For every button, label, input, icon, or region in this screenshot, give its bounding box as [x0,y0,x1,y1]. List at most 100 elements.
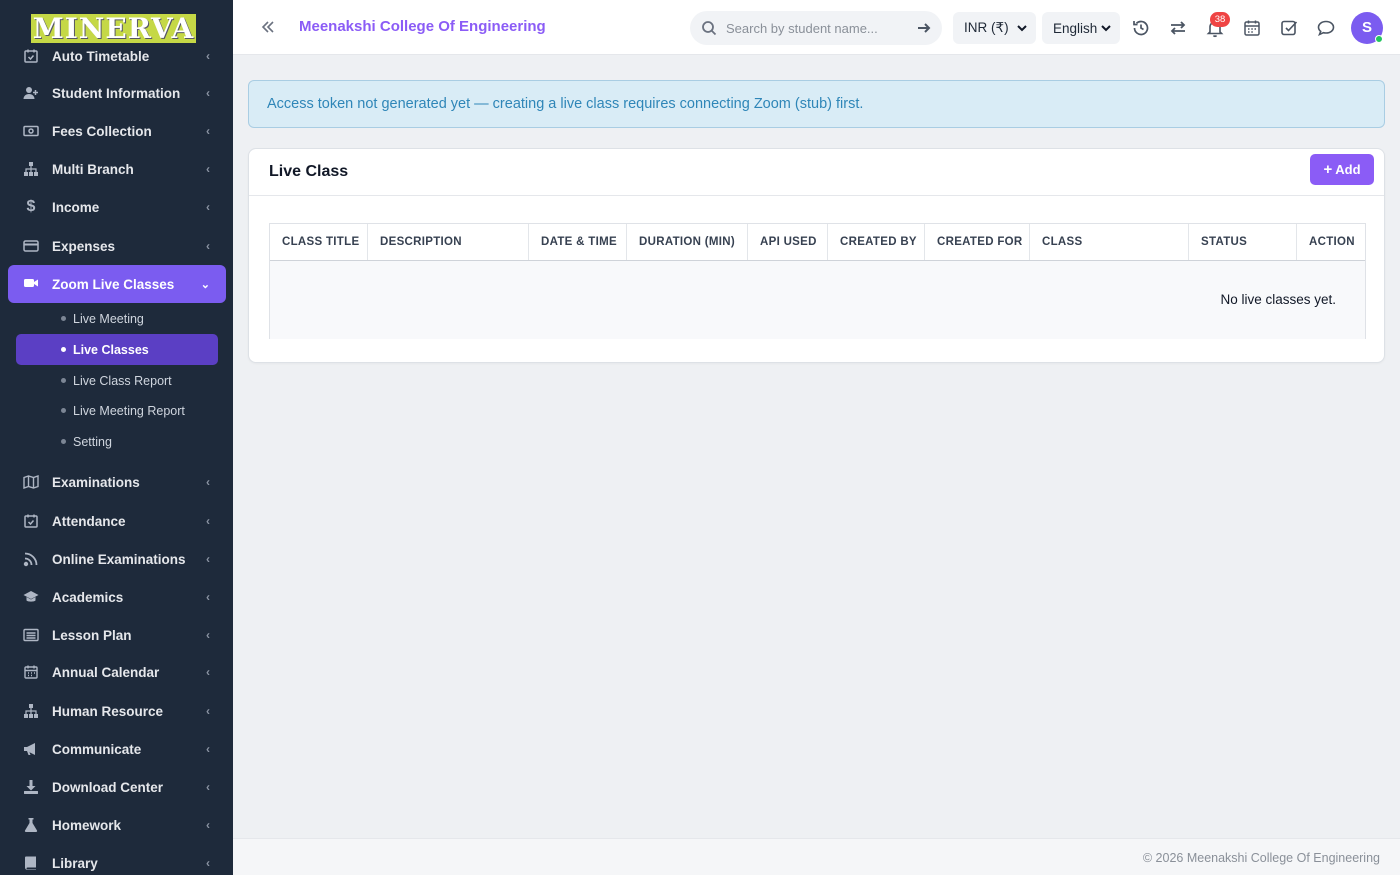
credit-card-icon [22,237,40,255]
sidebar-item-label: Human Resource [52,703,164,719]
chevron-left-icon: ‹ [206,239,210,253]
bullet-dot [61,408,66,413]
table-header: CLASS TITLE DESCRIPTION DATE & TIME DURA… [270,224,1365,261]
sidebar-subitem-setting[interactable]: Setting [16,426,218,457]
sidebar-subitem-label: Live Class Report [73,373,172,388]
task-check-icon[interactable] [1279,18,1299,38]
sidebar-item-attendance[interactable]: Attendance ‹ [8,503,226,539]
currency-select[interactable]: INR (₹) [953,12,1036,44]
chevron-left-icon: ‹ [206,475,210,489]
search-icon [701,20,717,36]
sitemap-icon [22,702,40,720]
column-header-description[interactable]: DESCRIPTION [368,224,529,260]
search-input[interactable] [726,11,906,45]
bullet-dot [61,347,66,352]
calendar-icon[interactable] [1242,18,1262,38]
chevron-down-icon [1015,21,1029,35]
bullet-dot [61,439,66,444]
sidebar-item-label: Homework [52,817,122,833]
language-select[interactable]: English [1042,12,1120,44]
sidebar-item-library[interactable]: Library ‹ [8,845,226,875]
sidebar-item-download-center[interactable]: Download Center ‹ [8,769,226,805]
column-header-action[interactable]: ACTION [1297,224,1365,260]
sidebar-item-zoom-live-classes[interactable]: Zoom Live Classes ⌄ [8,265,226,303]
sidebar-subitem-live-meeting[interactable]: Live Meeting [16,303,218,334]
column-header-created-for[interactable]: CREATED FOR [925,224,1030,260]
money-icon [22,122,40,140]
list-alt-icon [22,626,40,644]
double-chevron-left-icon[interactable] [259,18,277,36]
book-icon [22,854,40,872]
arrow-right-icon[interactable] [916,20,932,36]
column-header-created-by[interactable]: CREATED BY [828,224,925,260]
sidebar-item-multi-branch[interactable]: Multi Branch ‹ [8,151,226,187]
calendar-check-icon [22,47,40,65]
history-icon[interactable] [1131,18,1151,38]
chevron-down-icon [1099,21,1113,35]
sidebar-item-examinations[interactable]: Examinations ‹ [8,464,226,500]
chevron-left-icon: ‹ [206,780,210,794]
sidebar-subitem-label: Live Classes [73,342,149,357]
sidebar-subitem-live-class-report[interactable]: Live Class Report [16,365,218,396]
student-search [690,11,942,45]
add-button-label: Add [1335,162,1361,177]
chevron-left-icon: ‹ [206,742,210,756]
map-icon [22,473,40,491]
chevron-left-icon: ‹ [206,124,210,138]
sidebar-item-label: Examinations [52,474,140,490]
chevron-left-icon: ‹ [206,514,210,528]
top-header: Meenakshi College Of Engineering INR (₹)… [233,0,1400,55]
live-class-table: CLASS TITLE DESCRIPTION DATE & TIME DURA… [269,223,1366,339]
sidebar-item-lesson-plan[interactable]: Lesson Plan ‹ [8,617,226,653]
sidebar-item-label: Income [52,199,100,215]
chat-icon[interactable] [1316,18,1336,38]
column-header-class-title[interactable]: CLASS TITLE [270,224,368,260]
sidebar-item-label: Auto Timetable [52,48,150,64]
card-title: Live Class [269,163,349,180]
sidebar-item-student-information[interactable]: Student Information ‹ [8,75,226,111]
sidebar-item-label: Lesson Plan [52,627,132,643]
sidebar-item-academics[interactable]: Academics ‹ [8,579,226,615]
institution-name[interactable]: Meenakshi College Of Engineering [299,18,546,35]
chevron-left-icon: ‹ [206,200,210,214]
chevron-left-icon: ‹ [206,628,210,642]
sidebar-item-online-examinations[interactable]: Online Examinations ‹ [8,541,226,577]
sidebar-subitem-live-meeting-report[interactable]: Live Meeting Report [16,395,218,426]
sidebar-item-fees-collection[interactable]: Fees Collection ‹ [8,113,226,149]
chevron-left-icon: ‹ [206,856,210,870]
rss-icon [22,550,40,568]
user-plus-icon [22,84,40,102]
sidebar-item-label: Expenses [52,238,116,254]
empty-state-text: No live classes yet. [1220,292,1336,307]
chevron-left-icon: ‹ [206,552,210,566]
column-header-duration[interactable]: DURATION (MIN) [627,224,748,260]
column-header-class[interactable]: CLASS [1030,224,1189,260]
sidebar-item-label: Online Examinations [52,551,186,567]
sidebar-item-label: Library [52,855,98,871]
sidebar-subitem-label: Live Meeting [73,311,144,326]
online-status-dot [1375,35,1383,43]
sidebar-item-label: Download Center [52,779,164,795]
sidebar-item-human-resource[interactable]: Human Resource ‹ [8,693,226,729]
sidebar-item-expenses[interactable]: Expenses ‹ [8,228,226,264]
column-header-date-time[interactable]: DATE & TIME [529,224,627,260]
footer: © 2026 Meenakshi College Of Engineering [233,838,1400,875]
graduation-cap-icon [22,588,40,606]
chevron-left-icon: ‹ [206,86,210,100]
sitemap-icon [22,160,40,178]
sidebar-item-income[interactable]: $ Income ‹ [8,189,226,225]
sidebar-item-homework[interactable]: Homework ‹ [8,807,226,843]
table-body: No live classes yet. [270,261,1365,339]
sidebar-subitem-live-classes[interactable]: Live Classes [16,334,218,365]
sidebar: Auto Timetable ‹ MINERVA Student Informa… [0,0,233,875]
sidebar-item-communicate[interactable]: Communicate ‹ [8,731,226,767]
column-header-api-used[interactable]: API USED [748,224,828,260]
bullet-dot [61,316,66,321]
swap-icon[interactable] [1168,18,1188,38]
column-header-status[interactable]: STATUS [1189,224,1297,260]
live-class-card: Live Class + Add CLASS TITLE DESCRIPTION… [248,148,1385,363]
download-icon [22,778,40,796]
chevron-down-icon: ⌄ [200,278,210,291]
add-button[interactable]: + Add [1310,154,1374,185]
sidebar-item-annual-calendar[interactable]: Annual Calendar ‹ [8,654,226,690]
